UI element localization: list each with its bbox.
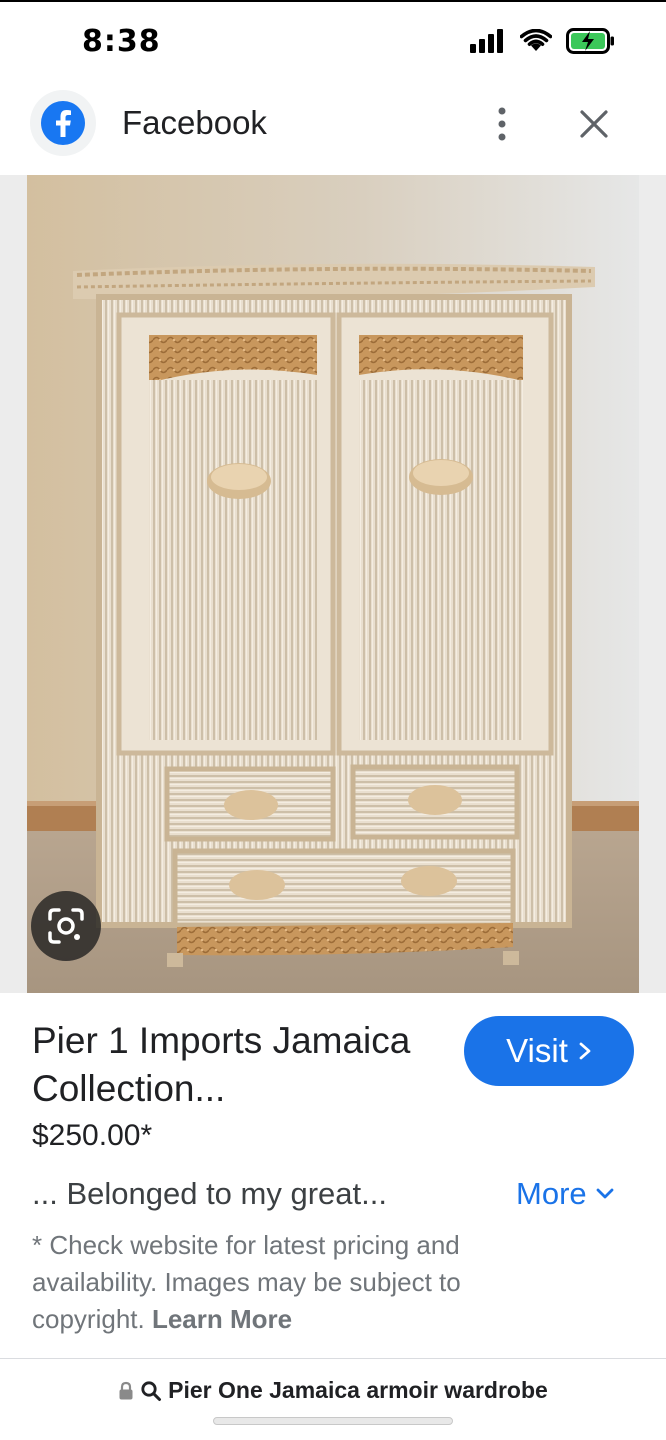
disclaimer: * Check website for latest pricing and a… [32, 1227, 532, 1338]
more-button-label: More [516, 1176, 587, 1211]
learn-more-link[interactable]: Learn More [152, 1304, 292, 1334]
status-time: 8:38 [82, 24, 161, 59]
description-snippet: ... Belonged to my great... [32, 1176, 387, 1211]
url-bar[interactable]: Pier One Jamaica armoir wardrobe [0, 1358, 666, 1440]
image-viewer [0, 175, 666, 993]
status-bar: 8:38 [0, 0, 666, 80]
home-indicator[interactable] [213, 1417, 453, 1425]
visit-button[interactable]: Visit [464, 1016, 634, 1086]
url-content: Pier One Jamaica armoir wardrobe [0, 1377, 666, 1404]
product-image[interactable] [27, 175, 639, 993]
chevron-down-icon [596, 1188, 614, 1199]
product-details: Pier 1 Imports Jamaica Collection... Vis… [0, 993, 666, 1358]
visit-button-label: Visit [506, 1032, 568, 1069]
cellular-signal-icon [470, 29, 506, 58]
close-button[interactable] [572, 102, 616, 146]
search-icon [141, 1380, 162, 1401]
more-vertical-icon [498, 107, 506, 141]
status-icons [470, 28, 616, 59]
product-price: $250.00* [32, 1119, 153, 1152]
battery-charging-icon [566, 28, 616, 59]
facebook-logo-icon [30, 90, 96, 156]
wifi-icon [519, 28, 553, 58]
chevron-right-icon [579, 1042, 591, 1060]
close-icon [580, 110, 608, 138]
more-menu-button[interactable] [482, 102, 522, 146]
lock-icon [119, 1381, 133, 1399]
search-query: Pier One Jamaica armoir wardrobe [168, 1377, 548, 1403]
google-lens-button[interactable] [31, 891, 101, 961]
header-title: Facebook [122, 104, 267, 141]
google-lens-icon [48, 908, 84, 944]
more-button[interactable]: More [516, 1176, 615, 1212]
product-title[interactable]: Pier 1 Imports Jamaica Collection... [32, 1017, 452, 1113]
header: Facebook [0, 80, 666, 175]
